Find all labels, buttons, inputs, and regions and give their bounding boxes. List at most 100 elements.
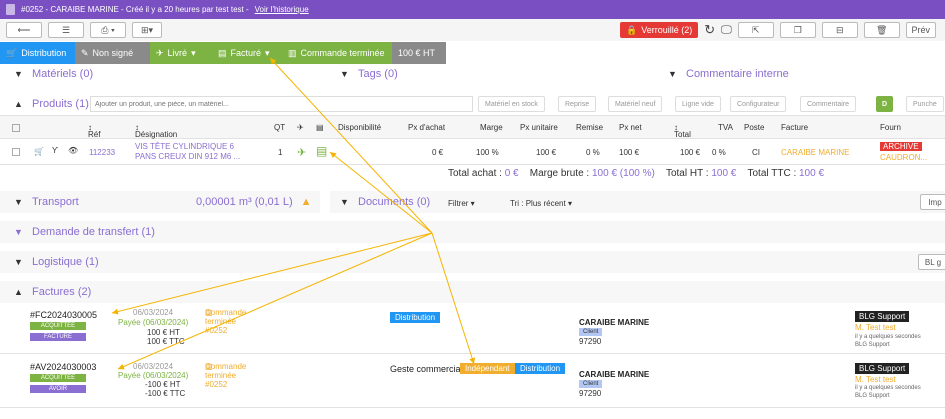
chip-commentaire[interactable]: Commentaire [800,96,857,112]
row-checkbox[interactable] [12,148,20,156]
print-dropdown[interactable]: ⎙ ▾ [90,22,126,38]
documents-title: Documents (0) [358,196,431,208]
support-badge: BLG Support [855,363,910,374]
history-link[interactable]: Voir l'historique [255,5,309,14]
status-non-signe[interactable]: ✎ Non signé [75,42,150,64]
monitor-icon[interactable]: 🖵 [721,24,732,37]
chevron-down-icon: ▾ [265,47,270,58]
invoice-row[interactable]: #FC2024030005 ACQUITTÉE FACTURE 06/03/20… [0,304,945,354]
section-produits[interactable]: ▲ Produits (1) [14,98,89,110]
type-badge: FACTURE [30,333,86,341]
status-distribution-label: Distribution [21,48,67,58]
client-badge: Client [579,380,603,388]
triangle-down-icon: ▼ [14,69,23,79]
share-button[interactable]: ⇱ [737,22,774,38]
select-all-checkbox[interactable] [12,124,20,132]
layout-dropdown[interactable]: ⊞▾ [132,22,162,38]
archive-badge: ARCHIVE [880,142,922,151]
tool-icon[interactable]: Ƴ [52,146,58,155]
product-px-unit: 100 € [536,148,557,157]
section-logistique[interactable]: ▼ Logistique (1) [14,256,99,268]
split-button[interactable]: ⊟ [821,22,858,38]
chip-configurateur[interactable]: Configurateur [730,96,787,112]
status-livre[interactable]: ✈ Livré ▾ [150,42,212,64]
bl-button[interactable]: BL g [918,254,945,270]
triangle-down-icon: ▼ [14,257,23,267]
cart-icon[interactable]: 🛒 [34,147,44,156]
col-total[interactable]: Total ↕ [674,123,691,139]
invoice-user[interactable]: M. Test test [855,323,896,332]
triangle-down-icon: ▼ [668,69,677,79]
preview-button[interactable]: Prév [905,22,936,38]
product-px-net: 100 € [619,148,640,157]
client-name[interactable]: CARAIBE MARINE [579,370,649,379]
totals-row: Total achat : 0 € Marge brute : 100 € (1… [448,168,824,179]
eye-icon[interactable]: 👁 [68,146,78,155]
truck-icon: ✈ [297,123,304,132]
chip-ligne-vide[interactable]: Ligne vide [675,96,721,112]
invoice-user[interactable]: M. Test test [855,375,896,384]
commentaire-title: Commentaire interne [686,68,789,80]
produits-title: Produits (1) [32,98,89,110]
factures-title: Factures (2) [32,286,92,298]
invoice-icon: ▤ [218,47,227,58]
section-factures[interactable]: ▲ Factures (2) [14,286,91,298]
section-documents[interactable]: ▼ Documents (0) [340,196,430,208]
list-button[interactable]: ☰ [48,22,84,38]
chevron-down-icon: ▾ [191,47,196,58]
truck-green-icon: ✈ [297,147,307,159]
chip-neuf[interactable]: Matériel neuf [608,96,663,112]
share-icon: ⇱ [751,24,760,35]
product-total: 100 € [680,148,701,157]
lock-button[interactable]: 🔒 Verrouillé (2) [620,22,699,38]
chip-stock[interactable]: Matériel en stock [478,96,545,112]
import-button[interactable]: Imp [920,194,945,210]
section-transport[interactable]: ▼ Transport [14,196,79,208]
triangle-up-icon: ▲ [14,99,23,109]
product-row[interactable]: 🛒 Ƴ 👁 112233 VIS TÊTE CYLINDRIQUE 6 PANS… [0,139,945,165]
paid-date: Payée (06/03/2024) [118,318,189,327]
section-tags[interactable]: ▼ Tags (0) [340,68,398,80]
invoice-number[interactable]: #AV2024030003 [30,362,96,372]
delete-button[interactable]: 🗑 [863,22,900,38]
product-designation-line2[interactable]: PANS CREUX DIN 912 M6 ... [135,152,240,161]
client-cp: 97290 [579,389,602,398]
section-commentaire[interactable]: ▼ Commentaire interne [668,68,789,80]
product-designation-line1[interactable]: VIS TÊTE CYLINDRIQUE 6 [135,142,234,151]
logistique-block [0,251,945,273]
total-ttc: 100 € [799,168,825,179]
product-search-input[interactable] [90,96,473,112]
status-commande-label: Commande terminée [300,48,385,58]
sort-dropdown[interactable]: Tri : Plus récent ▾ [510,199,572,208]
invoice-row[interactable]: #AV2024030003 ACQUITTÉE AVOIR 06/03/2024… [0,358,945,408]
section-transfert[interactable]: ▼ Demande de transfert (1) [14,226,155,238]
geste-commercial: Geste commercial [390,364,463,374]
product-facture[interactable]: CARAIBE MARINE [781,148,849,157]
layout-icon: ⊞▾ [140,24,154,35]
invoice-number[interactable]: #FC2024030005 [30,310,97,320]
chip-punche[interactable]: Punche [906,96,944,112]
refresh-icon[interactable]: ↻ [704,22,715,38]
product-poste: CI [752,148,760,157]
col-designation[interactable]: Désignation ↕ [135,123,177,139]
chip-reprise[interactable]: Reprise [558,96,597,112]
status-distribution[interactable]: 🛒 Distribution [0,42,75,64]
product-ref[interactable]: 112233 [89,148,115,157]
copy-button[interactable]: ❐ [779,22,816,38]
client-name[interactable]: CARAIBE MARINE [579,318,649,327]
back-button[interactable]: ⟵ [6,22,42,38]
section-materiels[interactable]: ▼ Matériels (0) [14,68,93,80]
filter-dropdown[interactable]: Filtrer ▾ [448,199,475,208]
transport-volume: 0,00001 m³ (0,01 L) ▲ [196,196,312,208]
col-px-unit: Px unitaire [520,123,558,132]
marge-brute-label: Marge brute : [529,168,590,179]
product-fourn[interactable]: CAUDRON... [880,153,927,162]
product-qt: 1 [278,148,283,157]
col-ref[interactable]: Réf ↕ [88,123,100,139]
col-qt: QT [274,123,286,132]
invoice-ht: -100 € HT [145,380,181,389]
chip-d[interactable]: D [876,96,894,112]
status-facture[interactable]: ▤ Facturé ▾ [212,42,282,64]
top-bar: #0252 - CARAIBE MARINE - Créé il y a 20 … [0,0,945,19]
status-commande[interactable]: ▥ Commande terminée [282,42,392,64]
